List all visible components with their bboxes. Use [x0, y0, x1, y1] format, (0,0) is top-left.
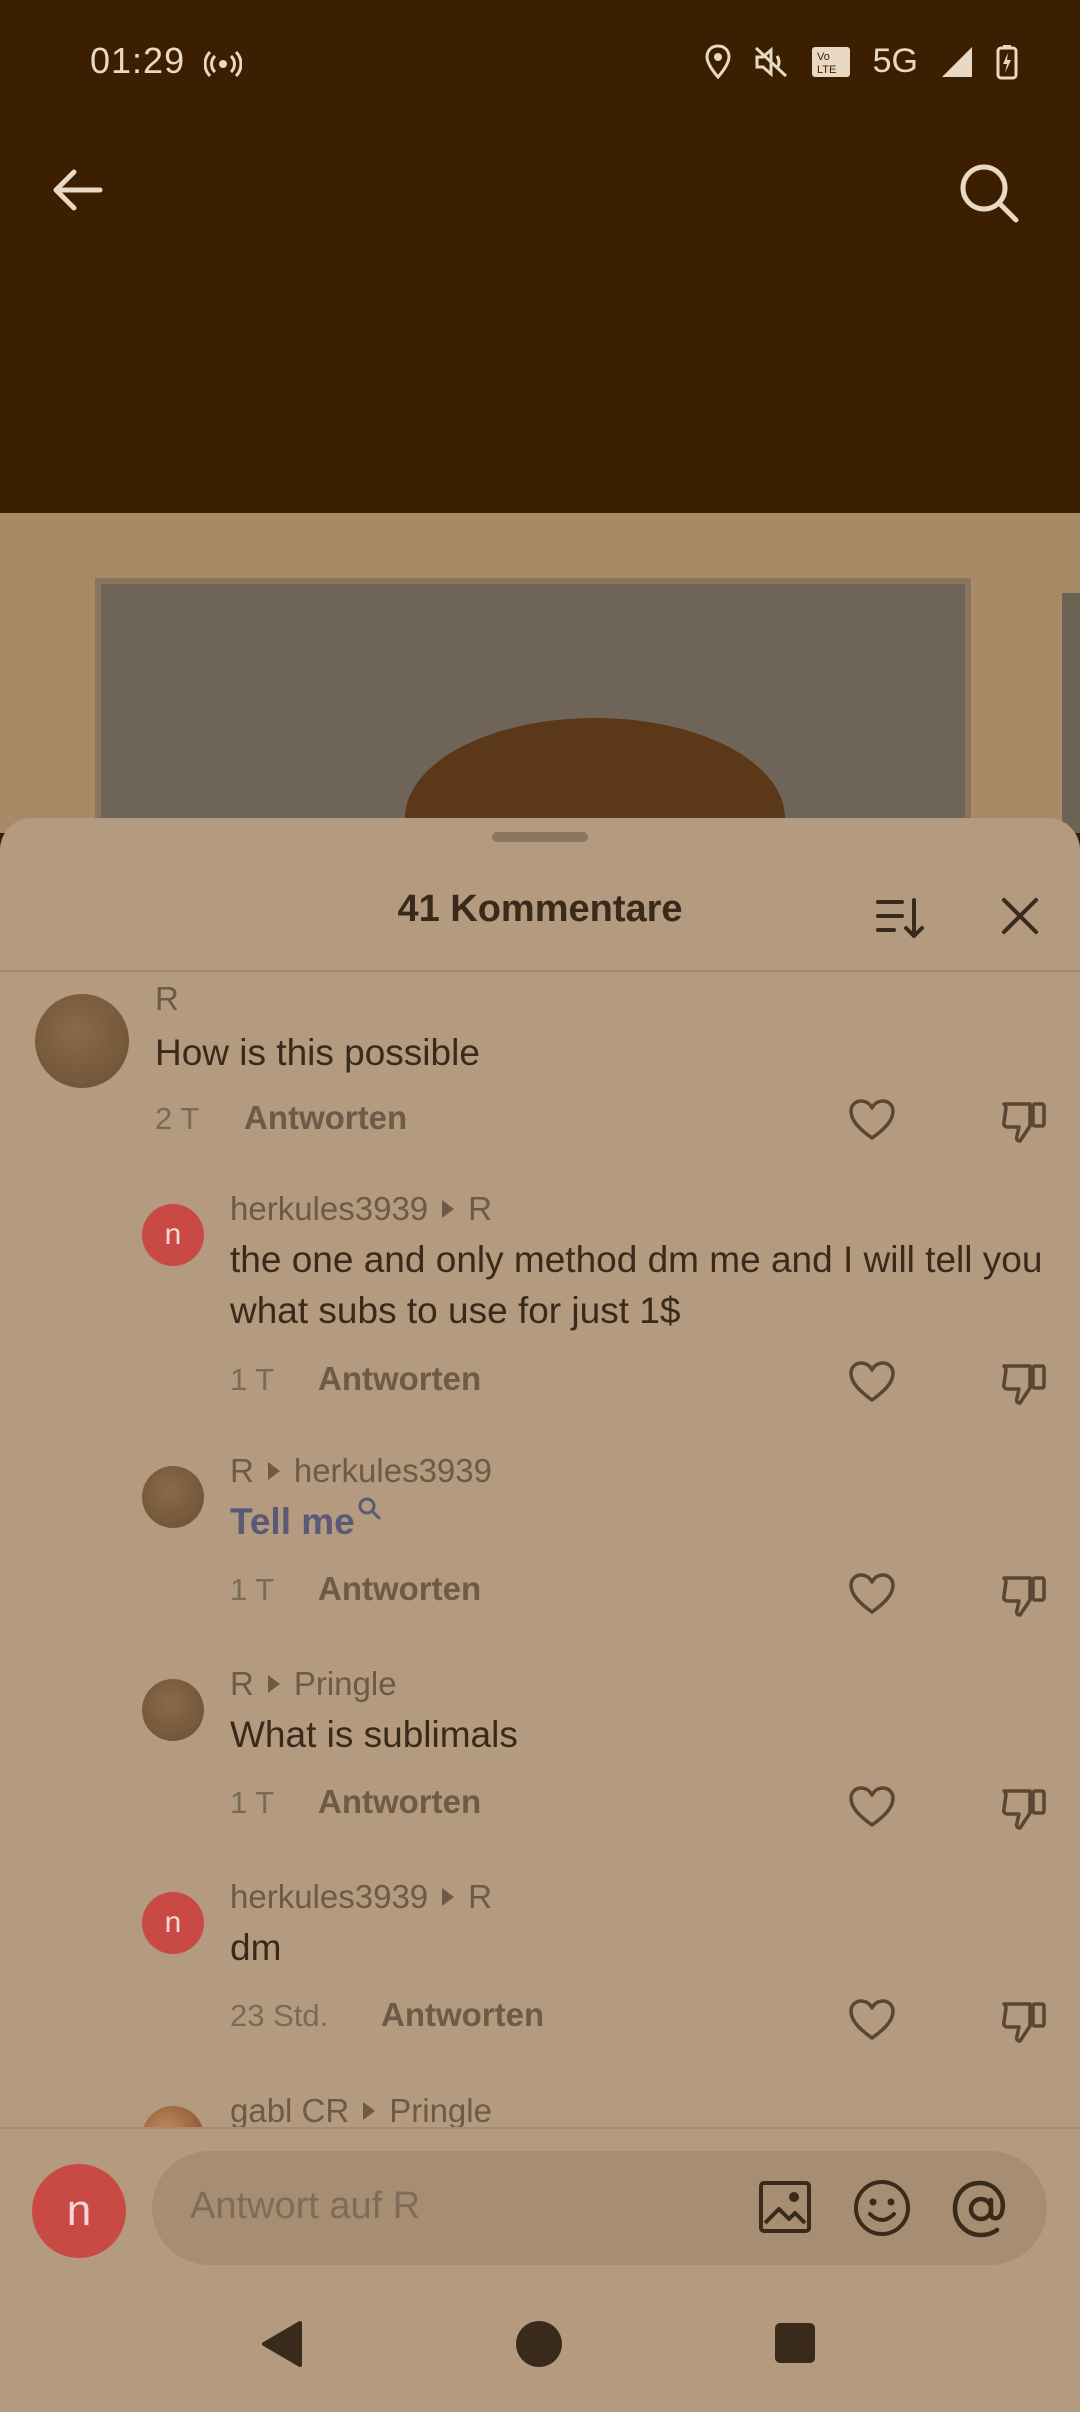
dislike-button[interactable] — [1000, 1998, 1050, 2044]
comment-text: What is sublimals — [230, 1714, 518, 1755]
comment-username[interactable]: R Pringle — [230, 1665, 397, 1703]
reply-arrow-icon — [442, 1888, 455, 1906]
thumbs-down-icon — [1000, 1572, 1050, 1618]
avatar[interactable] — [142, 1466, 204, 1528]
heart-icon — [848, 1998, 898, 2042]
comment-username[interactable]: R — [155, 980, 179, 1018]
dislike-button[interactable] — [1000, 1098, 1050, 1144]
comment-username[interactable]: Rherkules3939 — [230, 1452, 492, 1490]
reply-arrow-icon — [442, 1200, 455, 1218]
comment-username[interactable]: gabl CR Pringle — [230, 2094, 492, 2127]
back-button[interactable] — [46, 160, 116, 230]
signal-icon — [940, 45, 974, 79]
comment-text-link[interactable]: Tell me — [230, 1496, 381, 1547]
svg-text:Vo: Vo — [817, 51, 830, 63]
comment-username[interactable]: herkules3939 R — [230, 1878, 492, 1916]
nav-home-button[interactable] — [516, 2321, 562, 2367]
search-button[interactable] — [956, 160, 1034, 238]
comment-text: the one and only method dm me and I will… — [230, 1239, 1043, 1331]
reply-button[interactable]: Antworten — [318, 1360, 481, 1398]
avatar[interactable]: n — [142, 1892, 204, 1954]
like-button[interactable] — [848, 1098, 898, 1144]
close-button[interactable] — [994, 890, 1046, 942]
heart-icon — [848, 1572, 898, 1616]
search-icon — [357, 1496, 381, 1520]
comment-text: How is this possible — [155, 1032, 480, 1073]
mention-button[interactable] — [950, 2178, 1012, 2240]
emoji-button[interactable] — [852, 2178, 912, 2238]
comment-username[interactable]: herkules3939 R — [230, 1190, 492, 1228]
nav-back-button[interactable] — [258, 2319, 304, 2369]
dislike-button[interactable] — [1000, 1572, 1050, 1618]
thumbs-down-icon — [1000, 1998, 1050, 2044]
svg-text:LTE: LTE — [817, 64, 836, 76]
volte-icon: Vo LTE — [811, 46, 851, 78]
at-icon — [950, 2178, 1012, 2240]
reply-item: n herkules3939 R dm 23 Std. Antworten — [0, 1878, 1080, 2058]
avatar[interactable] — [142, 2106, 204, 2127]
mute-icon — [753, 45, 789, 79]
arrow-left-icon — [46, 160, 116, 220]
reply-input-placeholder: Antwort auf R — [190, 2185, 421, 2227]
reply-item: n herkules3939 R the one and only method … — [0, 1190, 1080, 1420]
heart-icon — [848, 1360, 898, 1404]
emoji-icon — [852, 2178, 912, 2238]
network-type: 5G — [872, 42, 918, 80]
like-button[interactable] — [848, 1360, 898, 1406]
reply-button[interactable]: Antworten — [318, 1570, 481, 1608]
heart-icon — [848, 1785, 898, 1829]
comment-time: 23 Std. — [230, 1998, 329, 2033]
reply-input[interactable]: Antwort auf R — [152, 2151, 1047, 2265]
video-preview[interactable] — [0, 513, 1080, 833]
comment-composer: n Antwort auf R — [0, 2129, 1080, 2279]
reply-button[interactable]: Antworten — [381, 1996, 544, 2034]
image-icon — [757, 2179, 815, 2235]
status-time: 01:29 — [90, 40, 186, 81]
search-icon — [956, 160, 1034, 226]
sort-button[interactable] — [872, 890, 928, 946]
reply-button[interactable]: Antworten — [244, 1099, 407, 1137]
battery-charging-icon — [996, 44, 1018, 80]
dislike-button[interactable] — [1000, 1360, 1050, 1406]
heart-icon — [848, 1098, 898, 1142]
comment-time: 2 T — [155, 1101, 200, 1136]
reply-arrow-icon — [267, 1462, 280, 1480]
like-button[interactable] — [848, 1998, 898, 2044]
system-nav-bar — [0, 2279, 1080, 2412]
comment-time: 1 T — [230, 1785, 275, 1820]
status-bar: 01:29 Vo LTE 5G — [0, 0, 1080, 130]
dislike-button[interactable] — [1000, 1785, 1050, 1831]
reply-button[interactable]: Antworten — [318, 1783, 481, 1821]
thumbs-down-icon — [1000, 1360, 1050, 1406]
like-button[interactable] — [848, 1572, 898, 1618]
thumbs-down-icon — [1000, 1785, 1050, 1831]
drag-handle[interactable] — [492, 832, 588, 842]
reply-arrow-icon — [267, 1675, 280, 1693]
reply-arrow-icon — [363, 2102, 376, 2120]
comment-text: dm — [230, 1927, 282, 1968]
nav-recents-button[interactable] — [775, 2323, 815, 2363]
reply-item: Rherkules3939 Tell me 1 T Antworten — [0, 1452, 1080, 1632]
thumbs-down-icon — [1000, 1098, 1050, 1144]
status-icons: Vo LTE 5G — [705, 42, 1018, 81]
like-button[interactable] — [848, 1785, 898, 1831]
divider — [0, 970, 1080, 972]
close-icon — [994, 890, 1046, 942]
triangle-back-icon — [258, 2319, 304, 2369]
avatar[interactable] — [35, 994, 129, 1088]
avatar[interactable] — [142, 1679, 204, 1741]
hotspot-icon — [204, 48, 242, 80]
comment-time: 1 T — [230, 1572, 275, 1607]
reply-item: R Pringle What is sublimals 1 T Antworten — [0, 1665, 1080, 1845]
video-edge — [1062, 593, 1080, 833]
sort-icon — [872, 890, 928, 946]
image-button[interactable] — [757, 2179, 815, 2237]
avatar[interactable]: n — [142, 1204, 204, 1266]
comment-item: R How is this possible 2 T Antworten — [0, 978, 1080, 1143]
user-avatar[interactable]: n — [32, 2164, 126, 2258]
reply-item: gabl CR Pringle — [0, 2094, 1080, 2127]
location-icon — [705, 43, 731, 80]
comment-time: 1 T — [230, 1362, 275, 1397]
